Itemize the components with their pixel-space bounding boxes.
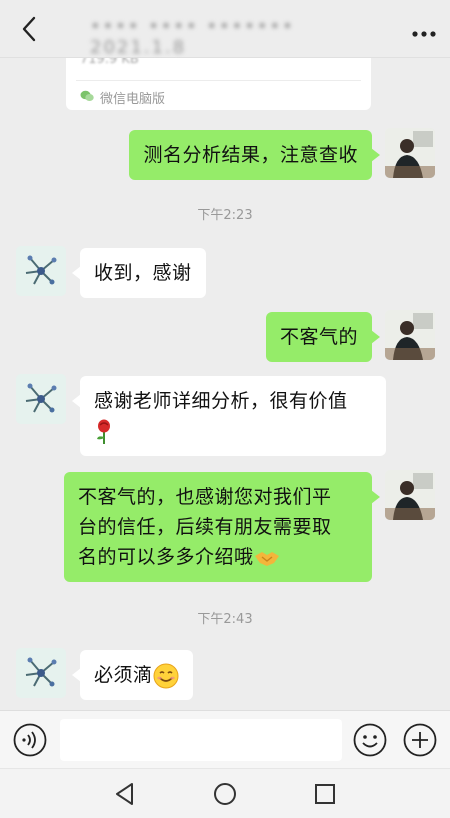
handshake-emoji [254, 546, 280, 568]
teacher-avatar[interactable] [385, 128, 435, 178]
timestamp: 下午2:43 [197, 612, 253, 627]
message-bubble-me[interactable]: 不客气的，也感谢您对我们平 台的信任，后续有朋友需要取 名的可以多多介绍哦 [64, 472, 380, 582]
square-recent-icon[interactable] [312, 781, 338, 807]
file-source: 微信电脑版 [80, 88, 165, 107]
message-bubble-other[interactable]: 必须滴 [72, 650, 193, 700]
voice-icon[interactable] [13, 723, 47, 757]
file-divider [76, 80, 361, 81]
chat-header: •••• •••• ••••••• 2021.1.8 [0, 0, 450, 58]
emoji-icon[interactable] [353, 723, 387, 757]
message-text: 必须滴 [94, 664, 153, 686]
message-text: 感谢老师详细分析，很有价值 [94, 390, 348, 412]
user-avatar[interactable] [16, 374, 66, 424]
message-input[interactable] [60, 719, 342, 761]
wechat-pc-icon [80, 90, 94, 106]
message-bubble-other[interactable]: 感谢老师详细分析，很有价值 [72, 376, 386, 456]
message-line-with-emoji: 名的可以多多介绍哦 [78, 542, 358, 572]
file-card[interactable]: 719.9 KB 微信电脑版 [66, 58, 371, 110]
user-avatar[interactable] [16, 246, 66, 296]
teacher-avatar[interactable] [385, 310, 435, 360]
input-bar [0, 710, 450, 768]
system-nav-bar [0, 768, 450, 818]
smile-emoji [153, 663, 179, 688]
message-bubble-other[interactable]: 收到，感谢 [72, 248, 206, 298]
more-dots-icon[interactable] [412, 19, 436, 39]
plus-icon[interactable] [403, 723, 437, 757]
timestamp: 下午2:23 [197, 208, 253, 223]
message-line: 不客气的，也感谢您对我们平 [78, 486, 332, 508]
chat-area[interactable]: 719.9 KB 微信电脑版 测名分析结果，注意查收 下午2:23 收到，感谢 … [0, 58, 450, 710]
chat-title: •••• •••• ••••••• 2021.1.8 [90, 16, 295, 58]
message-bubble-me[interactable]: 不客气的 [265, 312, 381, 362]
chevron-left-icon[interactable] [14, 14, 44, 44]
teacher-avatar[interactable] [385, 470, 435, 520]
file-size: 719.9 KB [80, 58, 139, 67]
message-bubble-me[interactable]: 测名分析结果，注意查收 [129, 130, 380, 180]
rose-emoji [94, 416, 372, 446]
file-source-label: 微信电脑版 [100, 92, 166, 107]
message-line: 台的信任，后续有朋友需要取 [78, 516, 332, 538]
triangle-back-icon[interactable] [112, 781, 138, 807]
circle-home-icon[interactable] [212, 781, 238, 807]
message-line: 名的可以多多介绍哦 [78, 546, 254, 568]
user-avatar[interactable] [16, 648, 66, 698]
